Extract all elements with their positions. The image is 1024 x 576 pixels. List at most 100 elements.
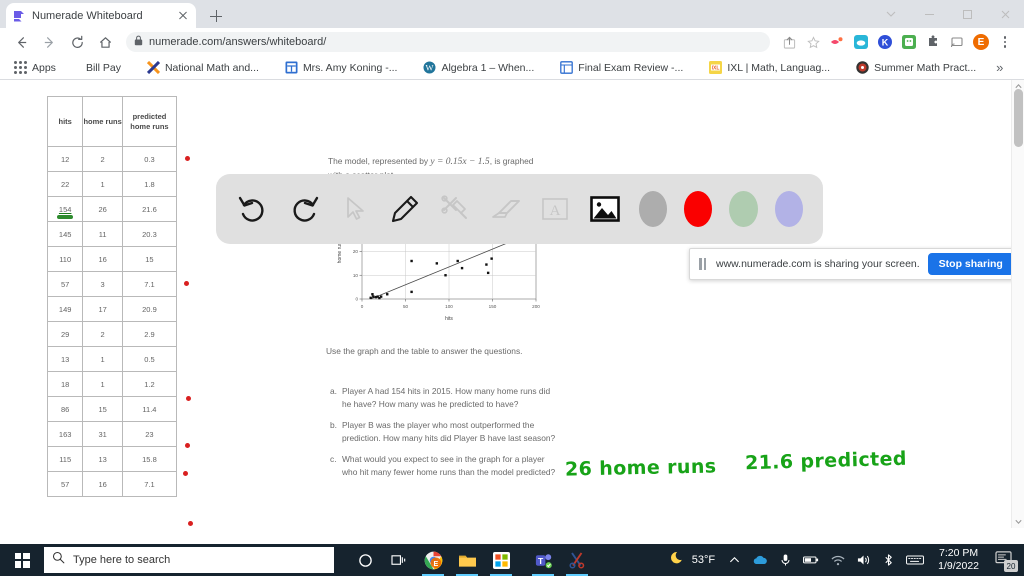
shapes-tools-icon[interactable] [438, 188, 471, 230]
color-swatch-green[interactable] [729, 191, 758, 227]
bookmark-algebra-1[interactable]: W Algebra 1 – When... [417, 59, 540, 76]
table-cell: 31 [82, 421, 123, 447]
volume-icon[interactable] [851, 544, 877, 576]
extension-green-icon[interactable] [898, 31, 920, 53]
vertical-scroll-thumb[interactable] [1014, 89, 1023, 147]
text-box-icon[interactable]: A [538, 188, 571, 230]
table-cell: 154 [46, 196, 84, 222]
extension-pink-icon[interactable] [826, 31, 848, 53]
magnifier-icon [52, 551, 65, 569]
cast-icon[interactable] [946, 31, 968, 53]
lock-icon [134, 33, 143, 51]
bookmarks-overflow-button[interactable]: » [990, 60, 1009, 75]
table-cell: 15 [82, 396, 123, 422]
close-window-icon[interactable] [986, 0, 1024, 28]
wifi-icon[interactable] [825, 544, 851, 576]
table-cell: 2 [82, 321, 123, 347]
taskbar-clock[interactable]: 7:20 PM 1/9/2022 [930, 547, 987, 573]
table-cell: 12 [46, 146, 84, 172]
chrome-menu-button[interactable] [994, 31, 1016, 53]
taskbar-search[interactable]: Type here to search [44, 547, 334, 573]
snip-sketch-icon[interactable] [560, 544, 594, 576]
bookmark-bill-pay[interactable]: Bill Pay [80, 60, 127, 76]
chrome-icon[interactable]: E [416, 544, 450, 576]
data-point [435, 262, 439, 265]
question-letter: a. [330, 386, 337, 396]
table-cell: 13 [46, 346, 84, 372]
table-cell: 16 [82, 471, 123, 497]
table-row: 13 1 0.5 [46, 346, 178, 372]
table-cell: 0.5 [121, 346, 178, 372]
table-cell: 17 [82, 296, 123, 322]
bookmark-mrs-amy-koning[interactable]: Mrs. Amy Koning -... [279, 59, 404, 76]
maximize-icon[interactable] [948, 0, 986, 28]
vertical-scrollbar[interactable] [1011, 80, 1024, 528]
bluetooth-icon[interactable] [877, 544, 900, 576]
start-button[interactable] [0, 544, 44, 576]
bookmark-national-math[interactable]: National Math and... [141, 59, 265, 76]
blue-window-icon [285, 61, 298, 74]
cortana-icon[interactable] [348, 544, 382, 576]
back-arrow-icon[interactable] [8, 29, 34, 55]
teams-icon[interactable]: T [526, 544, 560, 576]
table-cell: 7.1 [121, 471, 178, 497]
red-dot [185, 156, 190, 161]
question-item: b. Player B was the player who most outpe… [330, 419, 560, 444]
navigation-bar: numerade.com/answers/whiteboard/ K E [0, 28, 1024, 56]
notification-center-button[interactable]: 20 [987, 544, 1020, 576]
color-swatch-purple[interactable] [774, 191, 803, 227]
cursor-select-icon[interactable] [338, 188, 371, 230]
close-icon[interactable] [176, 9, 190, 23]
share-icon[interactable] [778, 31, 800, 53]
bookmark-label: Bill Pay [85, 61, 121, 74]
tab-numerade-whiteboard[interactable]: Numerade Whiteboard [6, 3, 196, 28]
scroll-down-arrow-icon[interactable] [1012, 515, 1024, 528]
table-cell: 15 [121, 246, 178, 272]
table-cell: 23 [121, 421, 178, 447]
color-swatch-gray[interactable] [638, 191, 667, 227]
forward-arrow-icon[interactable] [36, 29, 62, 55]
bookmark-summer-math[interactable]: Summer Math Pract... [850, 59, 982, 76]
undo-icon[interactable] [236, 188, 270, 230]
system-tray: 53°F 7:20 PM 1/9/2022 20 [667, 544, 1024, 576]
chevron-up-icon[interactable] [723, 544, 746, 576]
pause-icon[interactable] [699, 258, 708, 270]
address-bar[interactable]: numerade.com/answers/whiteboard/ [126, 32, 770, 52]
redo-icon[interactable] [287, 188, 321, 230]
battery-icon[interactable] [797, 544, 825, 576]
extension-k-icon[interactable]: K [874, 31, 896, 53]
insert-image-icon[interactable] [588, 188, 621, 230]
new-tab-button[interactable] [206, 6, 226, 26]
reload-icon[interactable] [64, 29, 90, 55]
extension-cloud-icon[interactable] [850, 31, 872, 53]
home-icon[interactable] [92, 29, 118, 55]
bookmark-star-icon[interactable] [802, 31, 824, 53]
store-icon[interactable] [484, 544, 518, 576]
color-swatch-red[interactable] [683, 191, 713, 227]
y-tick-label: 0 [355, 297, 358, 302]
bookmark-apps[interactable]: Apps [8, 59, 62, 76]
bookmark-final-exam-review[interactable]: Final Exam Review -... [554, 59, 689, 76]
minimize-icon[interactable] [910, 0, 948, 28]
table-body: 12 2 0.3 22 1 1.8 154 26 21.6 145 11 20.3 110 16 15 57 3… [46, 146, 178, 497]
table-cell: 11.4 [121, 396, 178, 422]
y-tick-label: 20 [353, 249, 359, 254]
task-view-icon[interactable] [382, 544, 416, 576]
data-point [372, 295, 375, 298]
bookmark-ixl[interactable]: IXL IXL | Math, Languag... [703, 59, 836, 76]
keyboard-icon[interactable] [900, 544, 930, 576]
file-explorer-icon[interactable] [450, 544, 484, 576]
onedrive-icon[interactable] [746, 544, 774, 576]
profile-avatar[interactable]: E [970, 31, 992, 53]
tab-strip: Numerade Whiteboard [0, 0, 1024, 28]
eraser-icon[interactable] [488, 188, 521, 230]
weather-widget[interactable]: 53°F [667, 550, 723, 570]
tab-title: Numerade Whiteboard [32, 9, 143, 22]
puzzle-icon[interactable] [922, 31, 944, 53]
whiteboard-canvas[interactable]: hits home runs predicted home runs 12 2 0.… [0, 80, 1024, 528]
pencil-icon[interactable] [388, 188, 421, 230]
table-cell: 145 [46, 221, 84, 247]
microphone-icon[interactable] [774, 544, 797, 576]
tab-search-icon[interactable] [872, 0, 910, 28]
stop-sharing-button[interactable]: Stop sharing [927, 253, 1014, 275]
